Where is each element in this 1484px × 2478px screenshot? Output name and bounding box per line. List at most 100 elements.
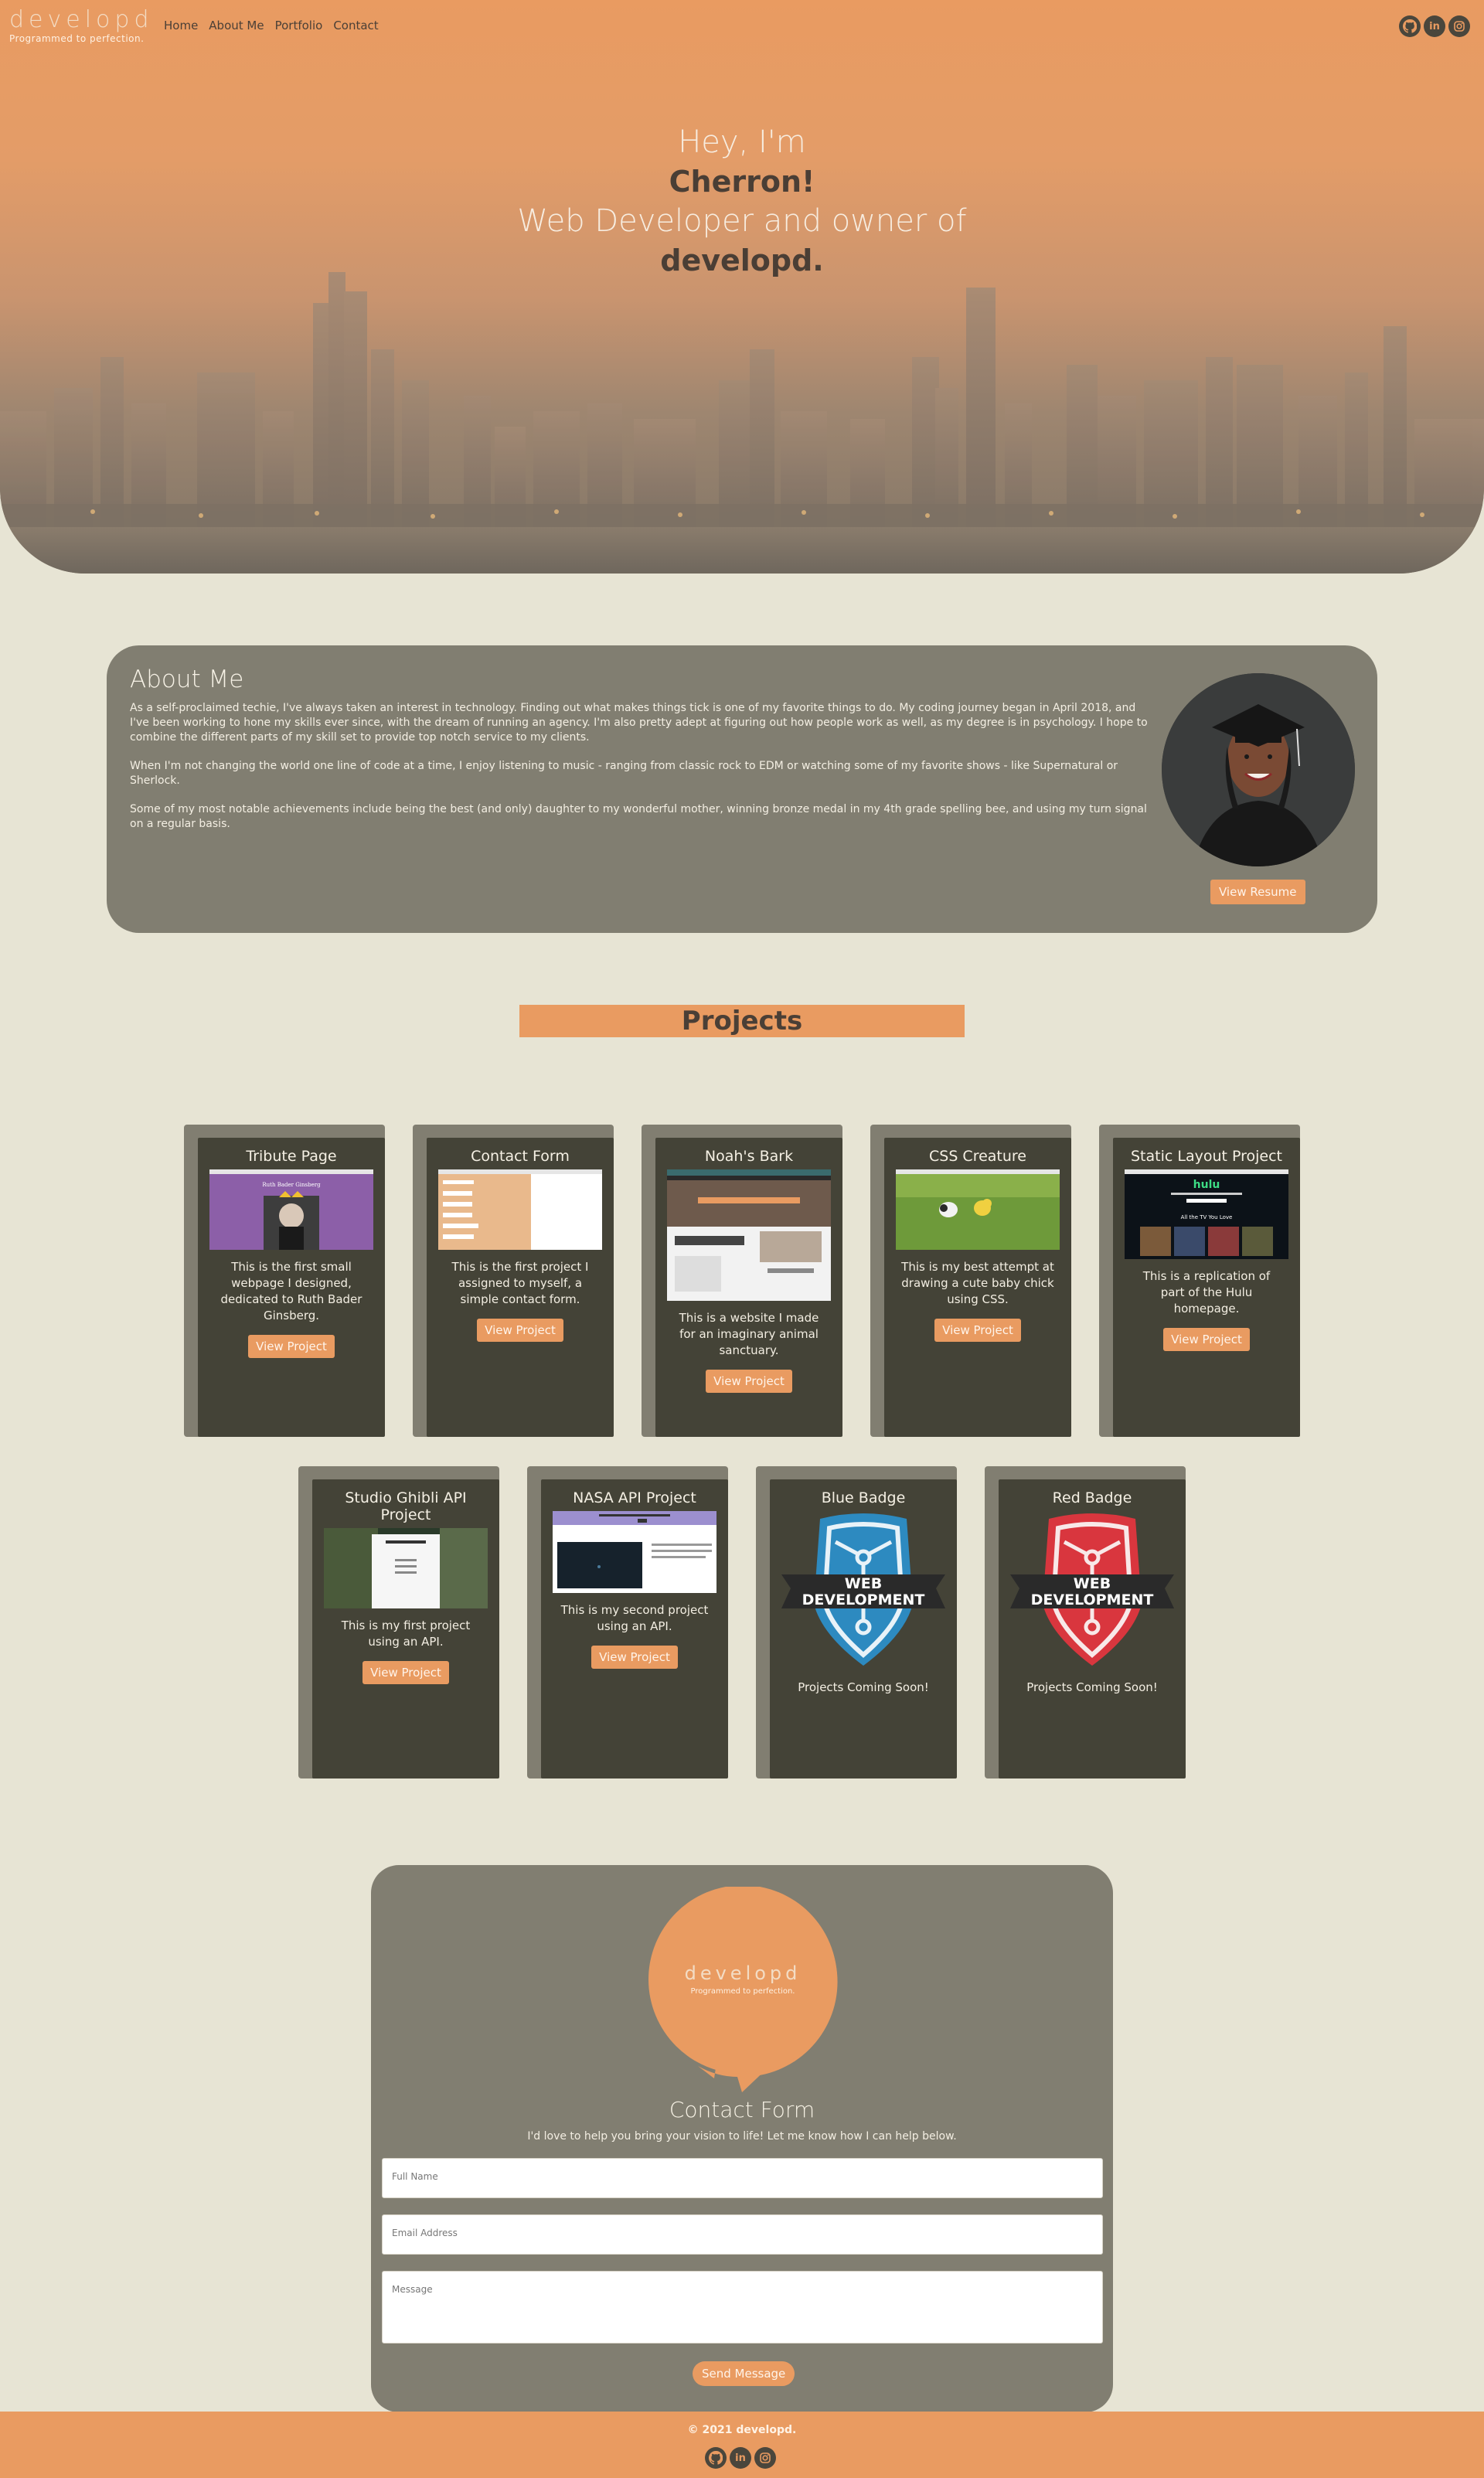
project-card-studio-ghibli: Studio Ghibli API Project This is my fir… [298, 1466, 499, 1779]
about-paragraph-2: When I'm not changing the world one line… [130, 760, 1118, 787]
github-icon[interactable] [705, 2447, 727, 2469]
about-text: As a self-proclaimed techie, I've always… [130, 701, 1154, 846]
project-card-body: Studio Ghibli API Project This is my fir… [312, 1479, 499, 1779]
view-resume-button[interactable]: View Resume [1210, 880, 1305, 904]
nav-link-portfolio[interactable]: Portfolio [275, 19, 323, 32]
studio-ghibli-thumbnail [324, 1528, 488, 1608]
message-textarea[interactable]: Message [382, 2271, 1103, 2344]
project-description: Projects Coming Soon! [798, 1680, 929, 1694]
header-social-links: in [1399, 15, 1470, 37]
nav-link-home[interactable]: Home [164, 19, 198, 32]
project-title: Red Badge [1052, 1489, 1132, 1506]
project-card-body: Contact Form This is the first project I… [427, 1138, 614, 1437]
footer-social-links: in [705, 2447, 776, 2469]
view-project-button[interactable]: View Project [934, 1319, 1021, 1342]
project-card-body: Blue Badge WEB DEVELOPMENT Projects Comi… [770, 1479, 957, 1779]
badge-text-web: WEB [1074, 1575, 1111, 1592]
contact-subtitle: I'd love to help you bring your vision t… [527, 2130, 957, 2143]
project-card-css-creature: CSS Creature This is my best attempt at … [870, 1125, 1071, 1437]
instagram-icon[interactable] [754, 2447, 776, 2469]
project-title: Noah's Bark [704, 1148, 794, 1165]
about-me-section: About Me As a self-proclaimed techie, I'… [107, 645, 1377, 933]
noahs-bark-thumbnail [667, 1169, 831, 1301]
project-title: Contact Form [471, 1148, 570, 1165]
project-description: This is a website I made for an imaginar… [679, 1311, 819, 1357]
project-card-contact-form: Contact Form This is the first project I… [413, 1125, 614, 1437]
hero-company: developd. [660, 243, 824, 277]
project-title: NASA API Project [573, 1489, 696, 1506]
project-card-red-badge: Red Badge WEB DEVELOPMENT Projects Comin… [985, 1466, 1186, 1779]
view-project-button[interactable]: View Project [591, 1646, 678, 1669]
logo-tagline: Programmed to perfection. [9, 33, 145, 44]
project-description: This is my first project using an API. [341, 1619, 471, 1649]
logo-wordmark: developd [9, 6, 154, 33]
nasa-api-thumbnail [553, 1511, 716, 1593]
city-skyline-image [0, 272, 1484, 574]
linkedin-icon[interactable]: in [730, 2447, 751, 2469]
project-card-nasa-api: NASA API Project This is my second proje… [527, 1466, 728, 1779]
view-project-button[interactable]: View Project [477, 1319, 563, 1342]
email-address-input[interactable]: Email Address [382, 2214, 1103, 2255]
project-description: This is the first small webpage I design… [220, 1260, 362, 1322]
hero-name: Cherron! [669, 165, 815, 199]
badge-text-development: DEVELOPMENT [1031, 1591, 1154, 1608]
badge-text-web: WEB [845, 1575, 882, 1592]
tribute-thumb-title: Ruth Bader Ginsberg [262, 1182, 321, 1188]
profile-photo [1162, 673, 1355, 866]
project-description: This is my second project using an API. [560, 1603, 709, 1633]
blue-badge-icon: WEB DEVELOPMENT [781, 1513, 945, 1666]
site-footer: © 2021 developd. in [0, 2412, 1484, 2478]
contact-logo-tagline: Programmed to perfection. [691, 1987, 795, 1996]
badge-text-development: DEVELOPMENT [802, 1591, 925, 1608]
contact-section: developd Programmed to perfection. Conta… [371, 1865, 1113, 2412]
project-card-body: NASA API Project This is my second proje… [541, 1479, 728, 1779]
project-card-static-layout: Static Layout Project hulu All the TV Yo… [1099, 1125, 1300, 1437]
linkedin-icon[interactable]: in [1424, 15, 1445, 37]
project-description: Projects Coming Soon! [1026, 1680, 1158, 1694]
project-card-tribute-page: Tribute Page Ruth Bader Ginsberg This is… [184, 1125, 385, 1437]
contact-logo-wordmark: developd [685, 1962, 802, 1984]
project-card-body: Tribute Page Ruth Bader Ginsberg This is… [198, 1138, 385, 1437]
project-card-blue-badge: Blue Badge WEB DEVELOPMENT Projects Comi… [756, 1466, 957, 1779]
project-card-body: Red Badge WEB DEVELOPMENT Projects Comin… [999, 1479, 1186, 1779]
project-description: This is the first project I assigned to … [451, 1260, 589, 1306]
project-card-body: Static Layout Project hulu All the TV Yo… [1113, 1138, 1300, 1437]
project-title: Tribute Page [246, 1148, 337, 1165]
about-paragraph-1: As a self-proclaimed techie, I've always… [130, 702, 1148, 744]
view-project-button[interactable]: View Project [706, 1370, 792, 1393]
speech-bubble-logo: developd Programmed to perfection. [648, 1887, 838, 2092]
instagram-icon[interactable] [1448, 15, 1470, 37]
red-badge-icon: WEB DEVELOPMENT [1010, 1513, 1174, 1666]
send-message-button[interactable]: Send Message [693, 2361, 795, 2386]
hulu-heading-text: All the TV You Love [1181, 1214, 1233, 1220]
project-title: CSS Creature [929, 1148, 1026, 1165]
view-project-button[interactable]: View Project [1163, 1328, 1250, 1351]
hero-headline: Hey, I'm Cherron! Web Developer and owne… [0, 122, 1484, 280]
view-project-button[interactable]: View Project [248, 1335, 335, 1358]
nav-link-contact[interactable]: Contact [333, 19, 378, 32]
project-title: Static Layout Project [1130, 1148, 1282, 1165]
top-navigation-bar: developd Programmed to perfection. Home … [0, 0, 1484, 49]
about-paragraph-3: Some of my most notable achievements inc… [130, 803, 1147, 830]
contact-form-thumbnail [438, 1169, 602, 1250]
site-logo[interactable]: developd Programmed to perfection. [9, 6, 154, 45]
view-project-button[interactable]: View Project [362, 1661, 449, 1684]
tribute-page-thumbnail: Ruth Bader Ginsberg [209, 1169, 373, 1250]
footer-copyright: © 2021 developd. [687, 2424, 797, 2436]
hero-role: Web Developer and owner of [517, 203, 967, 239]
css-creature-thumbnail [896, 1169, 1060, 1250]
projects-heading: Projects [519, 1005, 965, 1037]
project-card-body: Noah's Bark This is a website I made for… [655, 1138, 842, 1437]
hulu-logo-text: hulu [1193, 1179, 1220, 1191]
project-description: This is a replication of part of the Hul… [1142, 1269, 1271, 1316]
full-name-input[interactable]: Full Name [382, 2158, 1103, 2198]
main-nav: Home About Me Portfolio Contact [164, 19, 379, 32]
project-title: Blue Badge [821, 1489, 906, 1506]
hero-banner: developd Programmed to perfection. Home … [0, 0, 1484, 574]
nav-link-about-me[interactable]: About Me [209, 19, 264, 32]
project-title: Studio Ghibli API Project [345, 1489, 467, 1523]
github-icon[interactable] [1399, 15, 1421, 37]
project-description: This is my best attempt at drawing a cut… [901, 1260, 1054, 1306]
about-title: About Me [130, 665, 244, 693]
project-card-noahs-bark: Noah's Bark This is a website I made for… [642, 1125, 842, 1437]
